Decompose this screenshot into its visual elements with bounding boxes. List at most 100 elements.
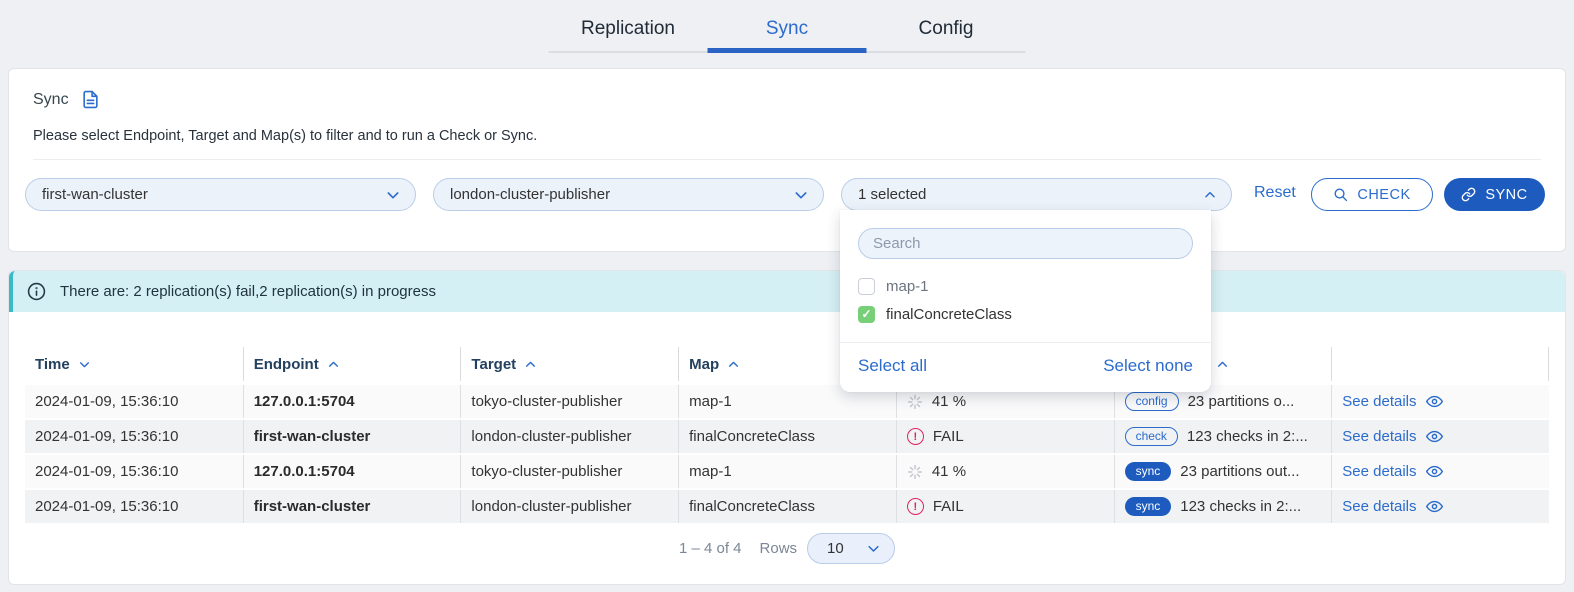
sort-asc-icon: [524, 358, 537, 371]
cell-target: tokyo-cluster-publisher: [460, 455, 678, 488]
tab-replication[interactable]: Replication: [549, 8, 708, 53]
alert-icon: !: [907, 428, 924, 445]
see-details-label: See details: [1342, 463, 1416, 480]
map-option-label: finalConcreteClass: [886, 306, 1012, 323]
map-select[interactable]: 1 selected: [841, 178, 1232, 211]
status-badge: sync: [1125, 462, 1172, 481]
rows-per-page-select[interactable]: 10: [807, 533, 895, 564]
cell-details: See details: [1331, 455, 1549, 488]
cell-time: 2024-01-09, 15:36:10: [25, 385, 243, 418]
status-badge: check: [1125, 427, 1178, 446]
filter-instructions: Please select Endpoint, Target and Map(s…: [33, 128, 537, 144]
cell-map: finalConcreteClass: [678, 490, 896, 523]
map-option-map-1[interactable]: map-1: [858, 272, 1193, 300]
cell-message: check 123 checks in 2:...: [1114, 420, 1332, 453]
cell-time: 2024-01-09, 15:36:10: [25, 455, 243, 488]
cell-target: london-cluster-publisher: [460, 420, 678, 453]
cell-endpoint: first-wan-cluster: [243, 490, 461, 523]
endpoint-select[interactable]: first-wan-cluster: [25, 178, 416, 211]
eye-icon: [1426, 498, 1443, 515]
cell-endpoint: first-wan-cluster: [243, 420, 461, 453]
chevron-up-icon: [1203, 188, 1217, 202]
column-header-endpoint[interactable]: Endpoint: [243, 347, 461, 381]
see-details-link[interactable]: See details: [1342, 428, 1442, 445]
table-row: 2024-01-09, 15:36:10 first-wan-cluster l…: [9, 490, 1565, 523]
see-details-link[interactable]: See details: [1342, 498, 1442, 515]
column-label: Target: [471, 356, 516, 373]
see-details-label: See details: [1342, 428, 1416, 445]
sort-asc-icon: [1216, 358, 1229, 371]
sync-button[interactable]: SYNC: [1444, 178, 1545, 211]
cell-details: See details: [1331, 385, 1549, 418]
table-row: 2024-01-09, 15:36:10 127.0.0.1:5704 toky…: [9, 385, 1565, 418]
eye-icon: [1426, 428, 1443, 445]
message-text: 23 partitions o...: [1188, 393, 1295, 410]
search-input[interactable]: [858, 228, 1193, 259]
map-option-finalconcreteclass[interactable]: ✓ finalConcreteClass: [858, 300, 1193, 328]
map-dropdown-footer: Select all Select none: [840, 342, 1211, 392]
cell-map: map-1: [678, 455, 896, 488]
column-label: Map: [689, 356, 719, 373]
table-header: Time Endpoint Target Map: [9, 347, 1565, 381]
sort-asc-icon: [727, 358, 740, 371]
card-title-row: Sync: [33, 89, 100, 110]
tab-config[interactable]: Config: [867, 8, 1026, 53]
select-none-link[interactable]: Select none: [1103, 356, 1193, 376]
pagination: 1 – 4 of 4 Rows 10: [9, 533, 1565, 564]
card-title: Sync: [33, 91, 69, 109]
message-text: 123 checks in 2:...: [1187, 428, 1308, 445]
message-text: 23 partitions out...: [1180, 463, 1299, 480]
sync-page: { "tabs": [ { "label": "Replication", "a…: [0, 0, 1574, 592]
sync-button-label: SYNC: [1485, 187, 1527, 203]
message-text: 123 checks in 2:...: [1180, 498, 1301, 515]
see-details-link[interactable]: See details: [1342, 463, 1442, 480]
status-fail: FAIL: [933, 428, 964, 445]
divider: [33, 159, 1541, 160]
link-icon: [1461, 187, 1476, 202]
document-icon[interactable]: [81, 89, 100, 110]
check-button-label: CHECK: [1357, 187, 1410, 203]
pagination-range: 1 – 4 of 4: [679, 540, 742, 557]
status-progress: 41 %: [932, 463, 966, 480]
cell-target: london-cluster-publisher: [460, 490, 678, 523]
check-icon[interactable]: ✓: [858, 306, 875, 323]
check-button[interactable]: CHECK: [1311, 178, 1433, 211]
alert-icon: !: [907, 498, 924, 515]
checkbox-unchecked[interactable]: [858, 278, 875, 295]
column-header-target[interactable]: Target: [460, 347, 678, 381]
see-details-label: See details: [1342, 498, 1416, 515]
cell-message: sync 23 partitions out...: [1114, 455, 1332, 488]
reset-button[interactable]: Reset: [1254, 184, 1296, 202]
endpoint-select-value: first-wan-cluster: [42, 186, 148, 203]
spinner-icon: [907, 464, 923, 480]
select-all-link[interactable]: Select all: [858, 356, 927, 376]
rows-per-page-value: 10: [827, 540, 844, 557]
column-header-time[interactable]: Time: [25, 347, 243, 381]
cell-status: ! FAIL: [896, 490, 1114, 523]
tab-bar: Replication Sync Config: [549, 8, 1026, 53]
sync-filter-card: Sync Please select Endpoint, Target and …: [8, 68, 1566, 252]
column-label: Endpoint: [254, 356, 319, 373]
status-progress: 41 %: [932, 393, 966, 410]
status-badge: sync: [1125, 497, 1172, 516]
rows-per-page-label: Rows: [760, 540, 798, 557]
table-row: 2024-01-09, 15:36:10 127.0.0.1:5704 toky…: [9, 455, 1565, 488]
chevron-down-icon: [385, 187, 401, 203]
chevron-down-icon: [866, 541, 881, 556]
info-banner: There are: 2 replication(s) fail,2 repli…: [9, 271, 1565, 312]
tab-sync[interactable]: Sync: [708, 8, 867, 53]
map-dropdown-panel: map-1 ✓ finalConcreteClass Select all Se…: [840, 210, 1211, 392]
status-fail: FAIL: [933, 498, 964, 515]
target-select[interactable]: london-cluster-publisher: [433, 178, 824, 211]
sort-desc-icon: [78, 358, 91, 371]
column-header-details: [1331, 347, 1549, 381]
chevron-down-icon: [793, 187, 809, 203]
cell-message: sync 123 checks in 2:...: [1114, 490, 1332, 523]
info-banner-text: There are: 2 replication(s) fail,2 repli…: [60, 283, 436, 300]
cell-target: tokyo-cluster-publisher: [460, 385, 678, 418]
table-row: 2024-01-09, 15:36:10 first-wan-cluster l…: [9, 420, 1565, 453]
eye-icon: [1426, 393, 1443, 410]
see-details-link[interactable]: See details: [1342, 393, 1442, 410]
cell-details: See details: [1331, 490, 1549, 523]
info-icon: [27, 282, 46, 301]
